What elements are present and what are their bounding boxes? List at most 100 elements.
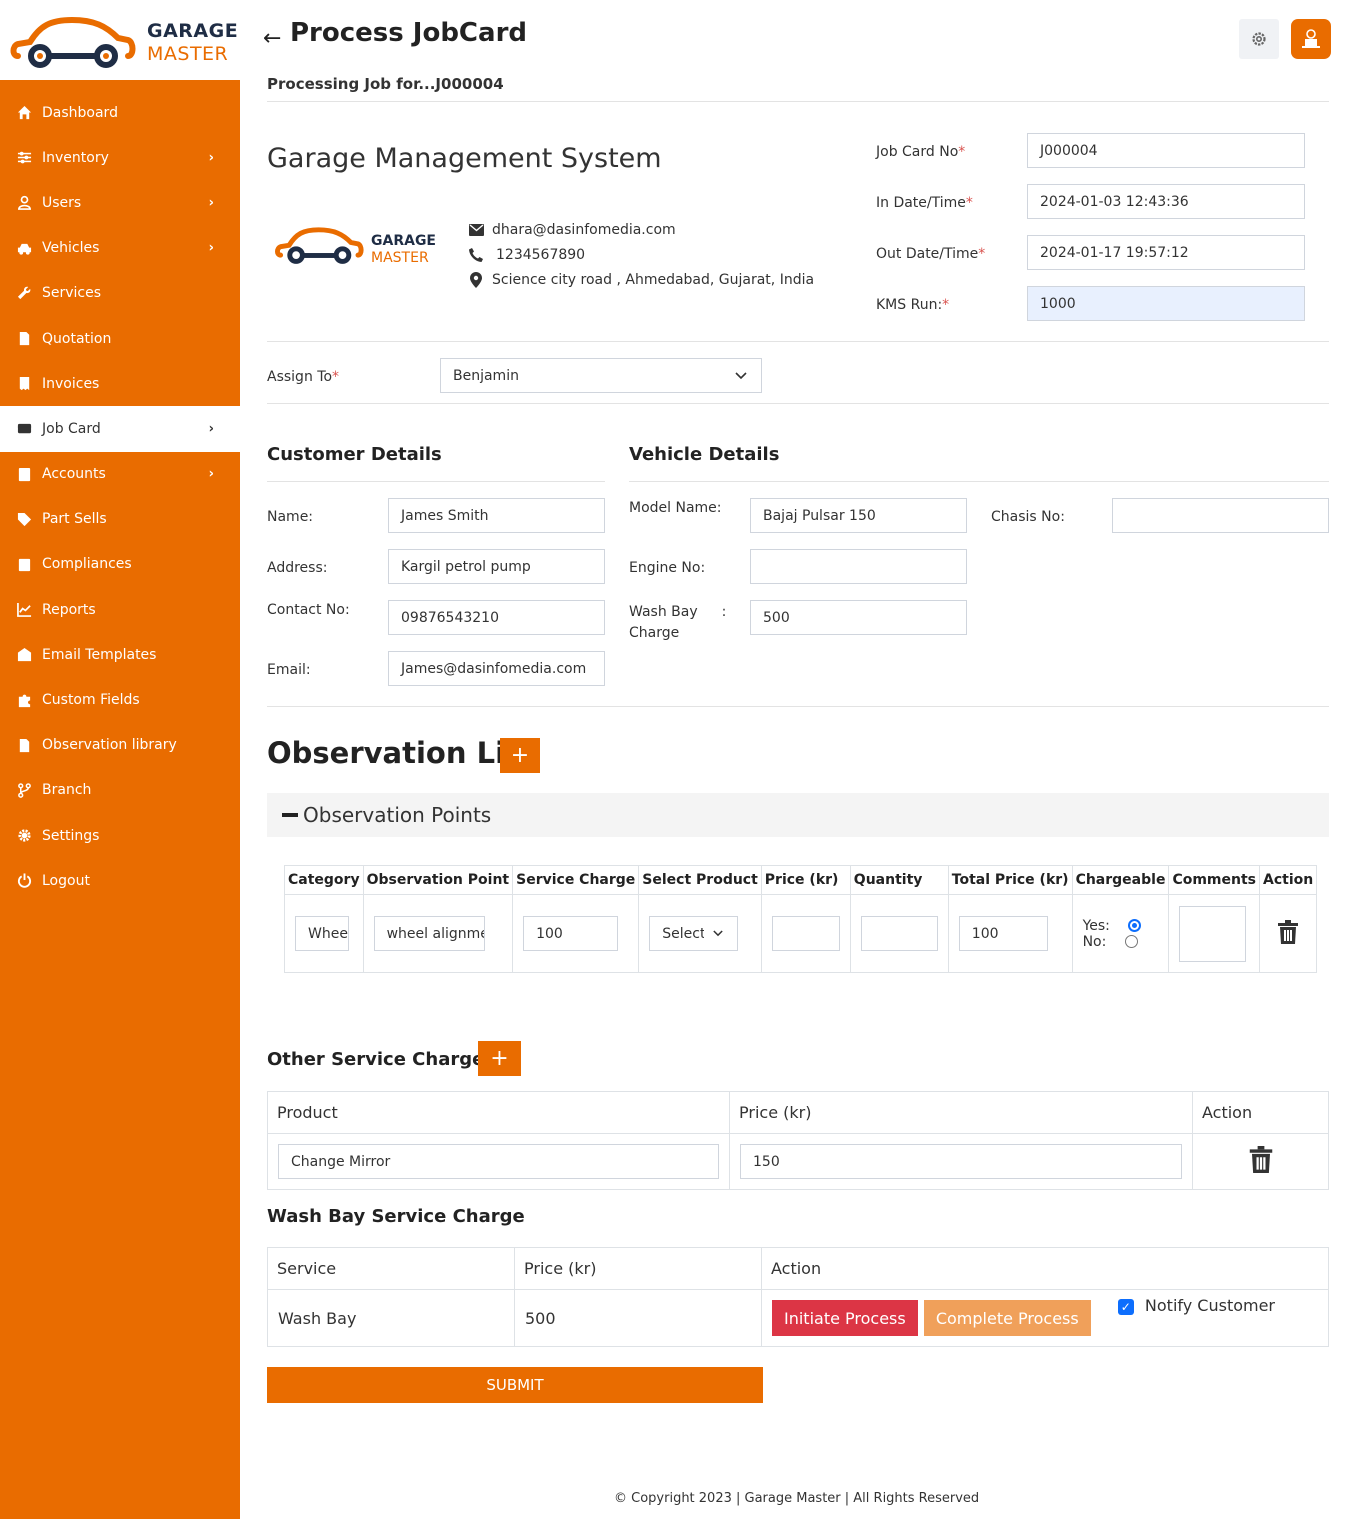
notify-customer-checkbox[interactable]: ✓ [1117, 1298, 1134, 1315]
service-price: 500 [514, 1289, 762, 1347]
assign-to-select[interactable]: Benjamin [440, 358, 762, 393]
puzzle-icon [14, 692, 34, 708]
table-row: Wash Bay 500 Initiate Process Complete P… [267, 1289, 1329, 1347]
sidebar-item-email-templates[interactable]: Email Templates [0, 632, 240, 677]
other-charges-table: Product Price (kr) Action Change Mirror … [267, 1091, 1329, 1190]
model-name-label: Model Name: [629, 500, 722, 516]
customer-email-input[interactable]: James@dasinfomedia.com [388, 651, 605, 686]
out-date-input[interactable]: 2024-01-17 19:57:12 [1027, 235, 1305, 270]
sidebar-item-label: Users [42, 194, 82, 211]
trash-icon[interactable] [1249, 1146, 1273, 1173]
sidebar-item-label: Part Sells [42, 511, 107, 528]
brand-name: GARAGE MASTER [147, 20, 239, 65]
sidebar-item-branch[interactable]: Branch [0, 768, 240, 813]
file-icon [14, 737, 34, 753]
sidebar-item-settings[interactable]: Settings [0, 813, 240, 858]
sidebar: GARAGE MASTER Dashboard Inventory › Users › V… [0, 0, 240, 1519]
washbay-charge-input[interactable]: 500 [750, 600, 967, 635]
chevron-right-icon: › [208, 150, 214, 166]
model-name-input[interactable]: Bajaj Pulsar 150 [750, 498, 967, 533]
submit-button[interactable]: SUBMIT [267, 1367, 763, 1403]
chasis-no-input[interactable] [1112, 498, 1329, 533]
sidebar-item-label: Logout [42, 872, 90, 889]
category-input[interactable]: Wheel [295, 916, 349, 951]
sidebar-item-label: Custom Fields [42, 692, 140, 709]
sidebar-item-compliances[interactable]: Compliances [0, 542, 240, 587]
quantity-input[interactable] [860, 916, 938, 951]
observation-list-heading: Observation List [267, 736, 537, 770]
engine-no-input[interactable] [750, 549, 967, 584]
sidebar-item-users[interactable]: Users › [0, 180, 240, 225]
comments-textarea[interactable] [1179, 905, 1247, 962]
receipt-icon [14, 376, 34, 392]
col-price: Price (kr) [760, 865, 851, 895]
envelope-open-icon [14, 647, 34, 663]
cog-icon [14, 828, 34, 844]
sidebar-item-services[interactable]: Services [0, 271, 240, 316]
out-date-label: Out Date/Time* [876, 246, 986, 262]
sidebar-item-vehicles[interactable]: Vehicles › [0, 226, 240, 271]
select-product-dropdown[interactable]: Select [649, 916, 739, 951]
sidebar-item-label: Services [42, 285, 102, 302]
page-title: Process JobCard [290, 18, 527, 48]
price-input[interactable] [771, 916, 840, 951]
chargeable-no-radio[interactable] [1124, 935, 1138, 948]
notify-customer-option[interactable]: ✓ Notify Customer [1117, 1296, 1275, 1315]
sidebar-item-observation-library[interactable]: Observation library [0, 723, 240, 768]
divider [629, 481, 1329, 482]
sidebar-item-label: Dashboard [42, 104, 118, 121]
engine-no-label: Engine No: [629, 560, 706, 576]
washbay-table: Service Price (kr) Action Wash Bay 500 I… [267, 1247, 1329, 1347]
observation-point-input[interactable]: wheel alignment [373, 916, 485, 951]
complete-process-button[interactable]: Complete Process [923, 1300, 1091, 1336]
sidebar-item-inventory[interactable]: Inventory › [0, 135, 240, 180]
brand-logo[interactable]: GARAGE MASTER [0, 0, 240, 80]
sidebar-item-accounts[interactable]: Accounts › [0, 452, 240, 497]
customer-contact-input[interactable]: 09876543210 [388, 600, 605, 635]
user-avatar-button[interactable] [1291, 19, 1331, 59]
tag-icon [14, 511, 34, 527]
product-input[interactable]: Change Mirror [278, 1144, 719, 1179]
sidebar-item-job-card[interactable]: Job Card › [0, 406, 240, 452]
total-price-input[interactable]: 100 [958, 916, 1048, 951]
service-charge-input[interactable]: 100 [523, 916, 619, 951]
table-row: Change Mirror 150 [267, 1133, 1329, 1190]
app-root: GARAGE MASTER Dashboard Inventory › Users › V… [0, 0, 1366, 1519]
customer-address-input[interactable]: Kargil petrol pump [388, 549, 605, 584]
trash-icon[interactable] [1278, 919, 1299, 944]
sidebar-item-quotation[interactable]: Quotation [0, 316, 240, 361]
sidebar-item-logout[interactable]: Logout [0, 858, 240, 903]
sidebar-item-dashboard[interactable]: Dashboard [0, 90, 240, 135]
sidebar-item-label: Branch [42, 782, 92, 799]
kms-run-input[interactable]: 1000 [1027, 286, 1305, 321]
divider [267, 706, 1329, 707]
col-comments: Comments [1168, 865, 1260, 895]
observation-points-panel[interactable]: Observation Points [267, 793, 1329, 837]
map-marker-icon [467, 272, 485, 288]
add-other-charge-button[interactable]: + [478, 1041, 521, 1076]
customer-name-label: Name: [267, 509, 314, 525]
in-date-input[interactable]: 2024-01-03 12:43:36 [1027, 184, 1305, 219]
home-icon [14, 105, 34, 121]
customer-address-label: Address: [267, 560, 328, 576]
sidebar-item-invoices[interactable]: Invoices [0, 361, 240, 406]
sidebar-item-part-sells[interactable]: Part Sells [0, 497, 240, 542]
add-observation-button[interactable]: + [500, 738, 540, 773]
sidebar-item-label: Job Card [42, 420, 101, 437]
back-arrow-icon[interactable]: ← [263, 26, 281, 51]
price-input[interactable]: 150 [740, 1144, 1182, 1179]
customer-contact-label: Contact No: [267, 602, 350, 618]
chargeable-yes-radio[interactable] [1128, 919, 1142, 932]
sidebar-item-label: Vehicles [42, 240, 100, 257]
collapse-minus-icon[interactable] [282, 813, 298, 817]
col-price: Price (kr) [514, 1247, 762, 1290]
settings-button[interactable] [1239, 19, 1279, 59]
initiate-process-button[interactable]: Initiate Process [772, 1300, 918, 1336]
sidebar-item-custom-fields[interactable]: Custom Fields [0, 677, 240, 722]
job-card-no-input[interactable]: J000004 [1027, 133, 1305, 168]
customer-name-input[interactable]: James Smith [388, 498, 605, 533]
divider [267, 101, 1329, 102]
col-action: Action [1192, 1091, 1329, 1134]
divider [267, 403, 1329, 404]
sidebar-item-reports[interactable]: Reports [0, 587, 240, 632]
